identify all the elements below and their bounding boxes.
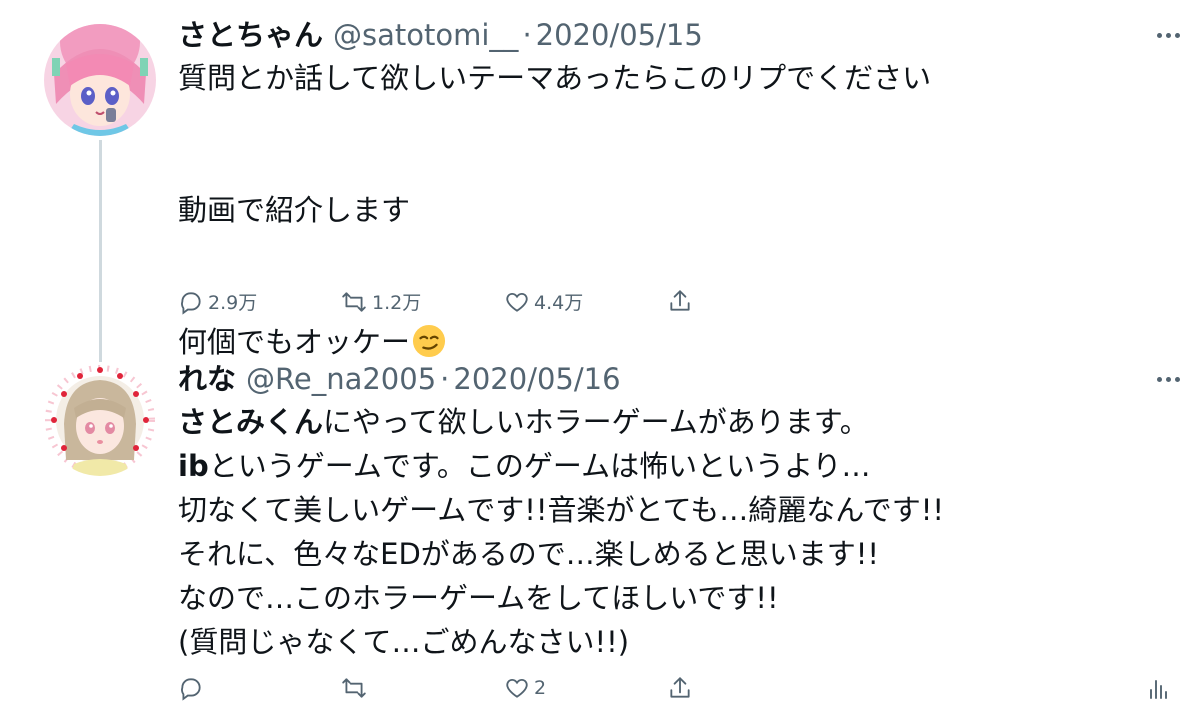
reply-icon (181, 678, 201, 701)
tweet-line: 動画で紹介します (178, 193, 411, 227)
thread-connector-line (99, 140, 102, 362)
tweet-line: 質問とか話して欲しいテーマあったらこのリプでください (178, 61, 932, 95)
user-handle[interactable]: @Re_na2005 (246, 359, 436, 399)
retweet-button[interactable] (340, 675, 372, 701)
separator-dot: · (440, 362, 450, 396)
share-button[interactable] (667, 674, 693, 702)
smirk-emoji (412, 324, 446, 358)
tweet-line: 切なくて美しいゲームです!!音楽がとても…綺麗なんです!! (178, 493, 944, 527)
more-icon[interactable] (1157, 30, 1187, 40)
like-icon (506, 292, 528, 312)
reply-button[interactable] (178, 675, 208, 701)
analytics-icon (1150, 680, 1167, 699)
tweet-line: それに、色々なEDがあるので…楽しめると思います!! (178, 537, 880, 571)
analytics-button[interactable] (1146, 675, 1170, 703)
tweet-line: 何個でもオッケー (178, 325, 411, 359)
tweet-line: にやって欲しいホラーゲームがあります。 (323, 405, 869, 439)
more-icon[interactable] (1157, 374, 1187, 384)
share-button[interactable] (667, 287, 693, 315)
like-count: 4.4万 (534, 292, 584, 314)
tweet-text: 質問とか話して欲しいテーマあったらこのリプでください 動画で紹介します 何個でも… (178, 56, 931, 364)
tweet-line: なので…このホラーゲームをしてほしいです!! (178, 581, 779, 615)
like-button[interactable]: 2 (504, 675, 546, 701)
share-icon (670, 290, 690, 311)
like-icon (506, 678, 528, 698)
separator-dot: · (522, 18, 532, 52)
retweet-count: 1.2万 (372, 292, 422, 314)
avatar[interactable] (44, 364, 156, 476)
tweet-date[interactable]: 2020/05/15 (536, 15, 703, 55)
like-count: 2 (534, 677, 547, 699)
bold-text: ib (178, 449, 209, 483)
user-handle[interactable]: @satotomi__ (333, 15, 518, 55)
display-name[interactable]: れな (178, 359, 236, 399)
retweet-icon (342, 291, 366, 312)
tweet-line: (質問じゃなくて…ごめんなさい!!) (178, 625, 630, 659)
tweet-date[interactable]: 2020/05/16 (453, 359, 620, 399)
tweet-line: というゲームです。このゲームは怖いというより… (208, 449, 871, 483)
tweet-text: さとみくんにやって欲しいホラーゲームがあります。 ibというゲームです。このゲー… (178, 400, 944, 664)
reply-icon (181, 291, 201, 315)
share-icon (670, 677, 690, 698)
mention-text[interactable]: さとみくん (178, 405, 323, 439)
reply-count: 2.9万 (208, 292, 258, 314)
display-name[interactable]: さとちゃん (178, 15, 323, 55)
retweet-icon (342, 678, 366, 698)
like-button[interactable]: 4.4万 (504, 288, 583, 315)
avatar[interactable] (44, 24, 156, 136)
reply-button[interactable]: 2.9万 (178, 288, 257, 315)
retweet-button[interactable]: 1.2万 (340, 288, 421, 315)
